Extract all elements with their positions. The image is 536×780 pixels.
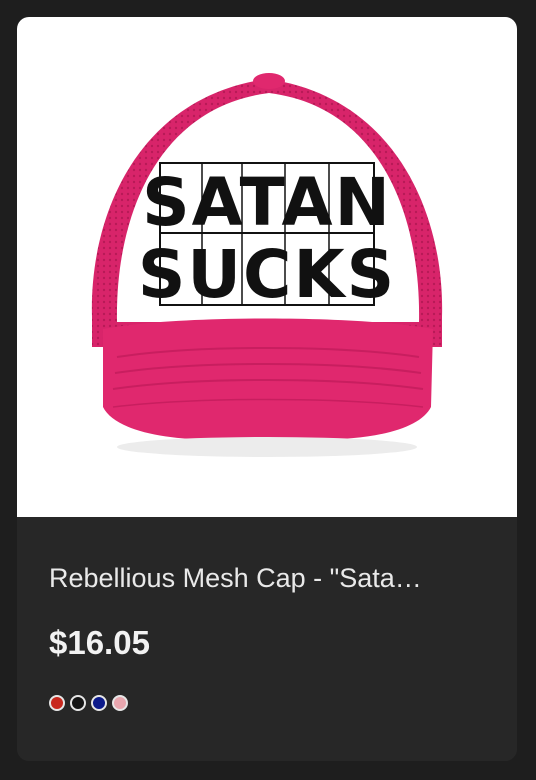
cap-button <box>253 73 285 89</box>
product-card[interactable]: SATAN SUCKS Rebellious Mesh Cap - "Sata…… <box>17 17 517 761</box>
cap-print-line1: SATAN <box>142 164 392 241</box>
color-swatches <box>49 695 128 711</box>
cap-shadow <box>117 437 417 457</box>
swatch-navy[interactable] <box>91 695 107 711</box>
product-image[interactable]: SATAN SUCKS <box>17 17 517 517</box>
swatch-pink[interactable] <box>112 695 128 711</box>
cap-print-line2: SUCKS <box>138 236 396 313</box>
product-title[interactable]: Rebellious Mesh Cap - "Sata… <box>49 561 489 595</box>
product-price: $16.05 <box>49 624 150 661</box>
cap-print: SATAN SUCKS <box>138 162 396 313</box>
swatch-black[interactable] <box>70 695 86 711</box>
swatch-red[interactable] <box>49 695 65 711</box>
product-info: Rebellious Mesh Cap - "Sata… $16.05 <box>17 517 517 761</box>
cap-illustration: SATAN SUCKS <box>91 73 443 457</box>
